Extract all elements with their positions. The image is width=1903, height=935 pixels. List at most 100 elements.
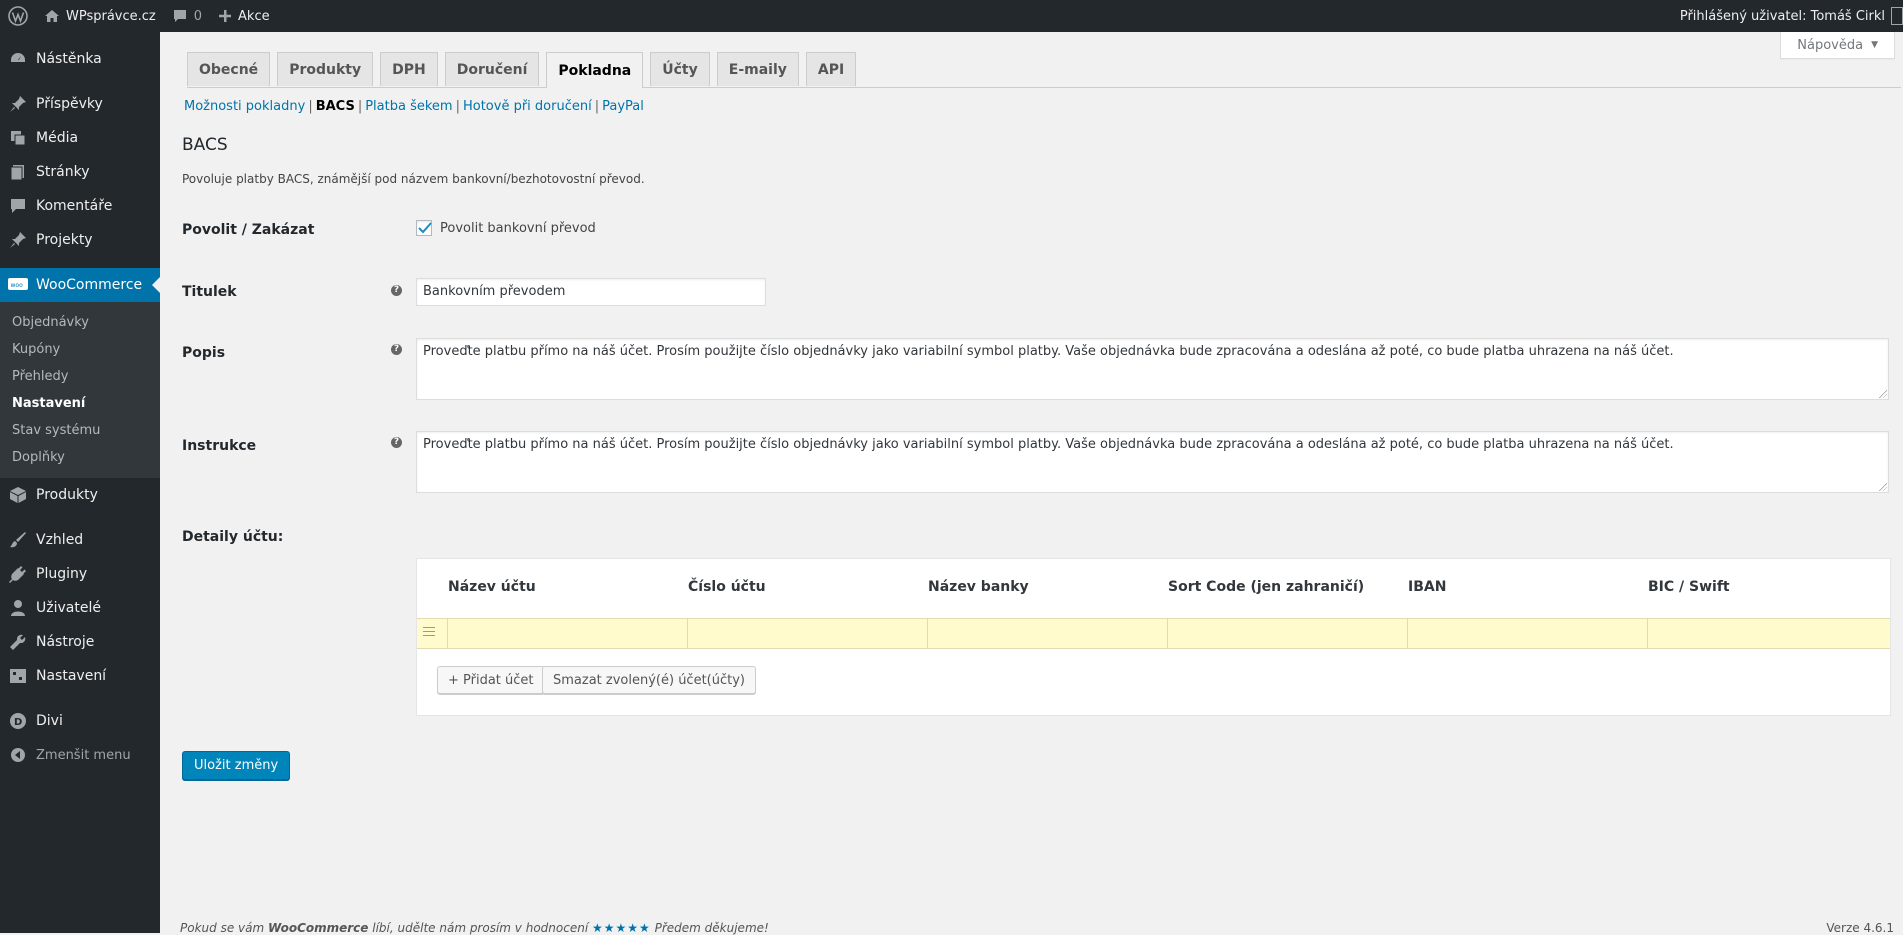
new-content-link[interactable]: Akce [210,0,278,32]
checkmark-icon [418,222,432,234]
resize-handle-icon[interactable] [1879,483,1887,491]
sidebar-item-products[interactable]: Produkty [0,478,160,512]
account-name-input[interactable] [447,619,688,648]
site-name: WPsprávce.cz [66,8,156,24]
dashboard-icon [8,49,28,69]
sidebar-item-label: Nastavení [36,668,107,684]
sidebar-item-comments[interactable]: Komentáře [0,189,160,223]
sidebar-item-plugins[interactable]: Pluginy [0,557,160,591]
title-input[interactable]: Bankovním převodem [416,278,766,306]
home-icon [44,8,60,24]
comments-link[interactable]: 0 [164,0,210,32]
tab-tax[interactable]: DPH [380,52,438,86]
tab-api[interactable]: API [805,52,857,86]
user-greeting: Přihlášený uživatel: Tomáš Cirkl [1679,8,1885,24]
sidebar-item-media[interactable]: Média [0,121,160,155]
my-account[interactable]: Přihlášený uživatel: Tomáš Cirkl [1680,0,1903,32]
resize-handle-icon[interactable] [1879,390,1887,398]
help-tip-icon[interactable]: ? [391,344,402,355]
sidebar-item-settings[interactable]: Nastavení [0,659,160,693]
sidebar-item-posts[interactable]: Příspěvky [0,87,160,121]
section-description: Povoluje platby BACS, známější pod názve… [182,172,645,186]
site-name-link[interactable]: WPsprávce.cz [36,0,164,32]
tab-products[interactable]: Produkty [277,52,374,86]
account-details-table: Název účtu Číslo účtu Název banky Sort C… [416,558,1891,716]
collapse-menu-label: Zmenšit menu [36,747,131,763]
col-account-number: Číslo účtu [688,579,766,595]
main-content: Nápověda ▼ Obecné Produkty DPH Doručení … [160,32,1903,935]
description-label: Popis [182,345,226,361]
collapse-arrow-icon [8,745,28,765]
add-account-button[interactable]: + Přidat účet [437,666,545,694]
tab-accounts[interactable]: Účty [650,52,710,86]
triangle-down-icon: ▼ [1871,40,1878,50]
save-changes-button[interactable]: Uložit změny [182,751,291,780]
sort-code-input[interactable] [1167,619,1408,648]
remove-accounts-button[interactable]: Smazat zvolený(é) účet(účty) [542,666,756,694]
help-tip-icon[interactable]: ? [391,437,402,448]
col-account-name: Název účtu [448,579,536,595]
description-textarea[interactable]: Proveďte platbu přímo na náš účet. Prosí… [416,338,1889,400]
woocommerce-submenu: Objednávky Kupóny Přehledy Nastavení Sta… [0,302,160,478]
sidebar-item-dashboard[interactable]: Nástěnka [0,42,160,76]
sidebar-item-users[interactable]: Uživatelé [0,591,160,625]
media-icon [8,128,28,148]
pin-icon [8,230,28,250]
plug-icon [8,564,28,584]
iban-input[interactable] [1407,619,1648,648]
bank-name-input[interactable] [927,619,1168,648]
settings-tabs: Obecné Produkty DPH Doručení Pokladna Úč… [187,52,1901,88]
col-bic-swift: BIC / Swift [1648,579,1730,595]
enable-checkbox-label: Povolit bankovní převod [440,220,596,236]
svg-text:woo: woo [11,282,24,289]
sidebar-item-tools[interactable]: Nástroje [0,625,160,659]
new-content-label: Akce [238,8,270,24]
sidebar-item-label: Uživatelé [36,600,101,616]
submenu-settings[interactable]: Nastavení [0,390,160,417]
instructions-label: Instrukce [182,438,257,454]
pin-icon [8,94,28,114]
help-tip-icon[interactable]: ? [391,285,402,296]
subnav-cheque[interactable]: Platba šekem [365,99,452,114]
wordpress-logo-icon[interactable] [0,0,36,32]
sidebar-item-label: Pluginy [36,566,88,582]
instructions-textarea[interactable]: Proveďte platbu přímo na náš účet. Prosí… [416,431,1889,493]
sidebar-item-appearance[interactable]: Vzhled [0,523,160,557]
submenu-orders[interactable]: Objednávky [0,309,160,336]
enable-checkbox-wrap[interactable]: Povolit bankovní převod [416,220,596,236]
submenu-reports[interactable]: Přehledy [0,363,160,390]
section-title: BACS [182,135,228,155]
tab-checkout[interactable]: Pokladna [546,52,644,88]
col-iban: IBAN [1408,579,1447,595]
bic-swift-input[interactable] [1647,619,1889,648]
tab-general[interactable]: Obecné [187,52,271,86]
submenu-system-status[interactable]: Stav systému [0,417,160,444]
instructions-text: Proveďte platbu přímo na náš účet. Prosí… [423,437,1674,452]
subnav-checkout-options[interactable]: Možnosti pokladny [184,99,305,114]
sidebar-item-label: Produkty [36,487,98,503]
sidebar-item-pages[interactable]: Stránky [0,155,160,189]
table-row[interactable] [417,618,1890,649]
sidebar-item-divi[interactable]: D Divi [0,704,160,738]
enable-checkbox[interactable] [416,220,432,236]
collapse-menu-button[interactable]: Zmenšit menu [0,738,160,772]
help-tab-label: Nápověda [1797,37,1864,53]
woo-icon: woo [8,275,28,295]
account-number-input[interactable] [687,619,928,648]
account-details-label: Detaily účtu: [182,529,284,545]
subnav-bacs[interactable]: BACS [316,99,355,114]
divi-icon: D [8,711,28,731]
sidebar-item-projects[interactable]: Projekty [0,223,160,257]
submenu-coupons[interactable]: Kupóny [0,336,160,363]
brush-icon [8,530,28,550]
submenu-extensions[interactable]: Doplňky [0,444,160,471]
avatar [1891,7,1903,25]
tab-emails[interactable]: E-maily [716,52,799,86]
subnav-cod[interactable]: Hotově při doručení [463,99,592,114]
subnav-paypal[interactable]: PayPal [602,99,644,114]
sidebar-item-label: Projekty [36,232,93,248]
sidebar-item-label: Divi [36,713,63,729]
sidebar-item-woocommerce[interactable]: woo WooCommerce [0,268,160,302]
tab-shipping[interactable]: Doručení [444,52,540,86]
account-table-header: Název účtu Číslo účtu Název banky Sort C… [417,559,1890,621]
